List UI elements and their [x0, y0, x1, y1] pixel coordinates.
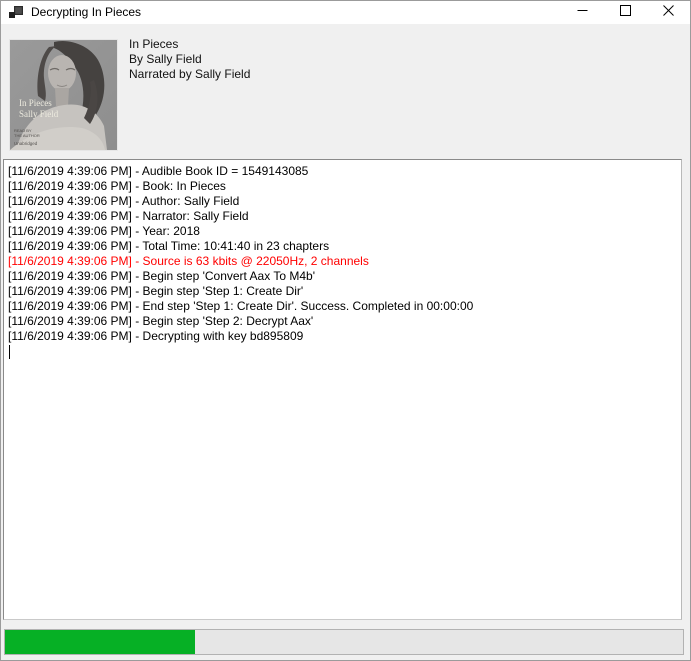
app-icon[interactable]	[9, 6, 23, 20]
book-cover-image: In Pieces Sally Field READ BY THE AUTHOR…	[9, 39, 118, 151]
log-line: [11/6/2019 4:39:06 PM] - Year: 2018	[8, 224, 679, 239]
window-title: Decrypting In Pieces	[31, 1, 141, 24]
title-bar: Decrypting In Pieces	[1, 1, 690, 24]
cover-read-by-line2: THE AUTHOR	[14, 133, 40, 138]
log-line: [11/6/2019 4:39:06 PM] - Decrypting with…	[8, 329, 679, 344]
log-line: [11/6/2019 4:39:06 PM] - Narrator: Sally…	[8, 209, 679, 224]
log-textbox[interactable]: [11/6/2019 4:39:06 PM] - Audible Book ID…	[3, 159, 682, 620]
app-window: Decrypting In Pieces	[0, 0, 691, 661]
book-title: In Pieces	[129, 37, 250, 52]
progress-bar	[4, 629, 684, 655]
log-line: [11/6/2019 4:39:06 PM] - Begin step 'Ste…	[8, 284, 679, 299]
cover-title: In Pieces	[19, 98, 52, 108]
progress-fill	[5, 630, 195, 654]
log-line: [11/6/2019 4:39:06 PM] - Author: Sally F…	[8, 194, 679, 209]
book-author: By Sally Field	[129, 52, 250, 67]
book-info: In Pieces By Sally Field Narrated by Sal…	[129, 37, 250, 82]
cover-edition: Unabridged	[14, 141, 38, 146]
log-line: [11/6/2019 4:39:06 PM] - Source is 63 kb…	[8, 254, 679, 269]
log-line: [11/6/2019 4:39:06 PM] - End step 'Step …	[8, 299, 679, 314]
minimize-button[interactable]	[561, 1, 604, 23]
text-caret	[8, 344, 679, 359]
maximize-icon	[620, 3, 631, 21]
cover-author: Sally Field	[19, 109, 59, 119]
book-narrator: Narrated by Sally Field	[129, 67, 250, 82]
log-line: [11/6/2019 4:39:06 PM] - Book: In Pieces	[8, 179, 679, 194]
log-line: [11/6/2019 4:39:06 PM] - Begin step 'Ste…	[8, 314, 679, 329]
log-line: [11/6/2019 4:39:06 PM] - Begin step 'Con…	[8, 269, 679, 284]
close-icon	[663, 3, 674, 21]
close-button[interactable]	[647, 1, 690, 23]
minimize-icon	[577, 3, 588, 21]
log-line: [11/6/2019 4:39:06 PM] - Total Time: 10:…	[8, 239, 679, 254]
maximize-button[interactable]	[604, 1, 647, 23]
log-line: [11/6/2019 4:39:06 PM] - Audible Book ID…	[8, 164, 679, 179]
